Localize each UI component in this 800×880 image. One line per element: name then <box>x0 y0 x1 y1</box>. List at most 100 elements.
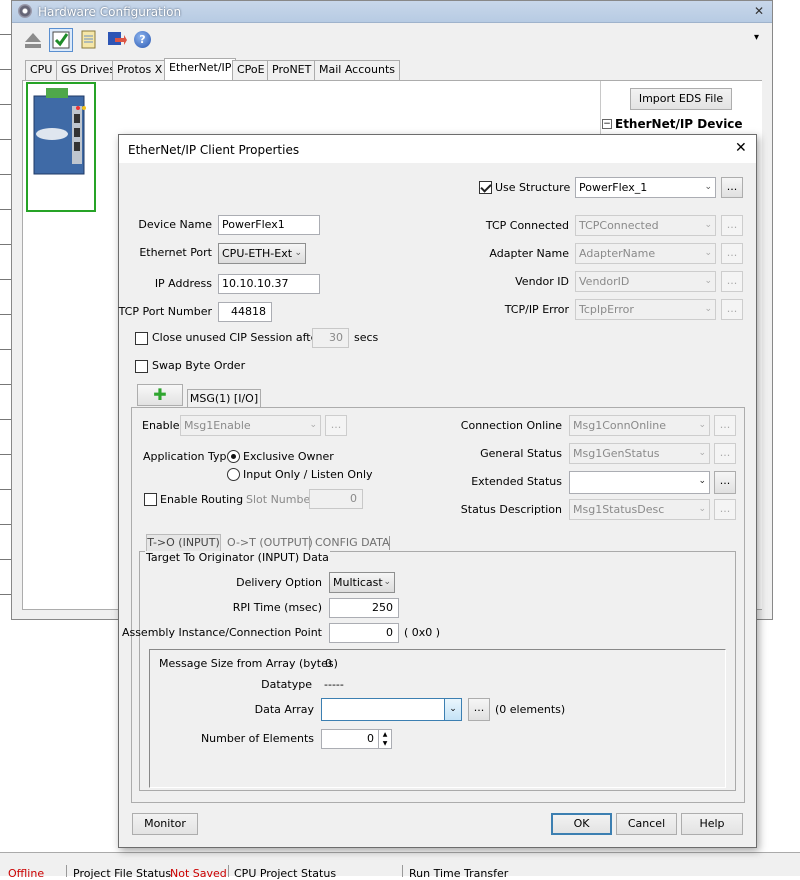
document-icon[interactable] <box>80 30 98 50</box>
tab-pronet[interactable]: ProNET <box>267 60 317 80</box>
data-array-select[interactable]: ⌄ <box>321 698 462 721</box>
general-status-browse-button[interactable]: ... <box>714 443 736 464</box>
tcp-ip-error-select[interactable]: TcpIpError ⌄ <box>575 299 716 320</box>
tcp-connected-label: TCP Connected <box>485 219 569 232</box>
chevron-down-icon: ⌄ <box>383 577 391 587</box>
tab-mail-accounts[interactable]: Mail Accounts <box>314 60 400 80</box>
input-only-radio[interactable] <box>227 468 240 481</box>
tcp-ip-error-browse-button[interactable]: ... <box>721 299 743 320</box>
slot-number-input[interactable]: 0 <box>309 489 363 509</box>
hardware-config-toolbar: ? ▾ <box>12 24 772 56</box>
general-status-select[interactable]: Msg1GenStatus ⌄ <box>569 443 710 464</box>
structure-browse-button[interactable]: ... <box>721 177 743 198</box>
device-thumbnail[interactable] <box>26 82 96 212</box>
tab-t-o-input[interactable]: T->O (INPUT) <box>146 534 221 551</box>
swap-byte-order-label: Swap Byte Order <box>152 359 246 372</box>
close-unused-session-label: Close unused CIP Session after <box>152 331 322 344</box>
adapter-name-browse-button[interactable]: ... <box>721 243 743 264</box>
tree-collapse-icon[interactable]: − <box>602 119 612 129</box>
adapter-name-select[interactable]: AdapterName ⌄ <box>575 243 716 264</box>
tcp-connected-select[interactable]: TCPConnected ⌄ <box>575 215 716 236</box>
close-unused-session-checkbox[interactable] <box>135 332 148 345</box>
help-button[interactable]: Help <box>681 813 743 835</box>
assembly-instance-input[interactable]: 0 <box>329 623 399 643</box>
exclusive-owner-radio[interactable] <box>227 450 240 463</box>
status-offline: Offline <box>8 867 45 880</box>
extended-status-select[interactable]: ⌄ <box>569 471 710 494</box>
chevron-down-icon: ⌄ <box>698 476 706 486</box>
use-structure-checkbox[interactable] <box>479 181 492 194</box>
status-description-browse-button[interactable]: ... <box>714 499 736 520</box>
spin-down-icon[interactable]: ▼ <box>379 739 391 748</box>
check-icon[interactable] <box>49 28 73 52</box>
rpi-time-label: RPI Time (msec) <box>232 601 322 614</box>
application-type-label: Application Type <box>143 450 234 463</box>
tab-msg1-io[interactable]: MSG(1) [I/O] <box>187 389 261 408</box>
extended-status-browse-button[interactable]: ... <box>714 471 736 494</box>
hardware-config-close-icon[interactable]: ✕ <box>754 4 764 18</box>
import-eds-button[interactable]: Import EDS File <box>630 88 732 110</box>
extended-status-label: Extended Status <box>471 475 562 488</box>
sub-tab-divider <box>389 536 390 550</box>
input-only-label: Input Only / Listen Only <box>243 468 373 481</box>
swap-byte-order-checkbox[interactable] <box>135 360 148 373</box>
status-cpu-project: CPU Project Status <box>234 867 337 880</box>
ip-address-input[interactable]: 10.10.10.37 <box>218 274 320 294</box>
chevron-down-icon: ⌄ <box>704 304 712 314</box>
connection-online-browse-button[interactable]: ... <box>714 415 736 436</box>
eject-icon[interactable] <box>24 31 42 49</box>
connection-online-select[interactable]: Msg1ConnOnline ⌄ <box>569 415 710 436</box>
tab-gs-drives[interactable]: GS Drives <box>56 60 121 80</box>
help-icon[interactable]: ? <box>134 31 151 48</box>
tab-o-t-output[interactable]: O->T (OUTPUT) <box>227 535 313 551</box>
chevron-down-icon: ⌄ <box>704 182 712 192</box>
data-array-dropdown-button[interactable]: ⌄ <box>444 699 461 720</box>
delivery-option-select[interactable]: Multicast ⌄ <box>329 572 395 593</box>
tcp-port-input[interactable]: 44818 <box>218 302 272 322</box>
ethernet-port-select[interactable]: CPU-ETH-Ext ⌄ <box>218 243 306 264</box>
vendor-id-select[interactable]: VendorID ⌄ <box>575 271 716 292</box>
tcp-connected-browse-button[interactable]: ... <box>721 215 743 236</box>
data-array-box: Message Size from Array (bytes) 0 Dataty… <box>149 649 726 788</box>
tab-protos-x[interactable]: Protos X <box>112 60 168 80</box>
message-size-label: Message Size from Array (bytes) <box>159 657 338 670</box>
use-structure-label: Use Structure <box>495 181 571 194</box>
rpi-time-input[interactable]: 250 <box>329 598 399 618</box>
structure-select[interactable]: PowerFlex_1 ⌄ <box>575 177 716 198</box>
enable-select[interactable]: Msg1Enable ⌄ <box>180 415 321 436</box>
tab-ethernet-ip[interactable]: EtherNet/IP <box>164 58 237 80</box>
chevron-down-icon: ⌄ <box>698 448 706 458</box>
tab-cpoe[interactable]: CPoE <box>232 60 270 80</box>
input-data-group: Target To Originator (INPUT) Data Delive… <box>122 551 736 791</box>
transfer-icon[interactable] <box>107 30 127 50</box>
monitor-button[interactable]: Monitor <box>132 813 198 835</box>
number-of-elements-label: Number of Elements <box>200 732 314 745</box>
number-of-elements-spinner[interactable]: ▲ ▼ <box>378 730 391 748</box>
data-array-browse-button[interactable]: ... <box>468 698 490 721</box>
dialog-title: EtherNet/IP Client Properties <box>128 143 300 157</box>
device-name-label: Device Name <box>138 218 212 231</box>
close-unused-seconds-input[interactable]: 30 <box>312 328 349 348</box>
add-message-button[interactable]: ✚ <box>137 384 183 406</box>
vendor-id-browse-button[interactable]: ... <box>721 271 743 292</box>
status-project-file-value: Not Saved <box>170 867 227 880</box>
status-description-label: Status Description <box>460 503 562 516</box>
device-name-input[interactable]: PowerFlex1 <box>218 215 320 235</box>
enable-routing-label: Enable Routing <box>160 493 244 506</box>
tcp-port-label: TCP Port Number <box>118 305 212 318</box>
tree-header-ethernet-ip-device: EtherNet/IP Device <box>615 117 743 131</box>
ok-button[interactable]: OK <box>551 813 612 835</box>
status-run-time-transfer: Run Time Transfer <box>409 867 509 880</box>
cancel-button[interactable]: Cancel <box>616 813 677 835</box>
enable-browse-button[interactable]: ... <box>325 415 347 436</box>
enable-routing-checkbox[interactable] <box>144 493 157 506</box>
tab-cpu[interactable]: CPU <box>25 60 58 80</box>
assembly-instance-label: Assembly Instance/Connection Point <box>121 626 322 639</box>
spin-up-icon[interactable]: ▲ <box>379 730 391 739</box>
chevron-down-icon: ⌄ <box>294 248 302 258</box>
sub-tab-divider <box>309 536 310 550</box>
toolbar-dropdown-icon[interactable]: ▾ <box>754 32 759 43</box>
tab-config-data[interactable]: CONFIG DATA <box>315 535 390 551</box>
status-description-select[interactable]: Msg1StatusDesc ⌄ <box>569 499 710 520</box>
dialog-close-icon[interactable]: ✕ <box>735 140 747 156</box>
